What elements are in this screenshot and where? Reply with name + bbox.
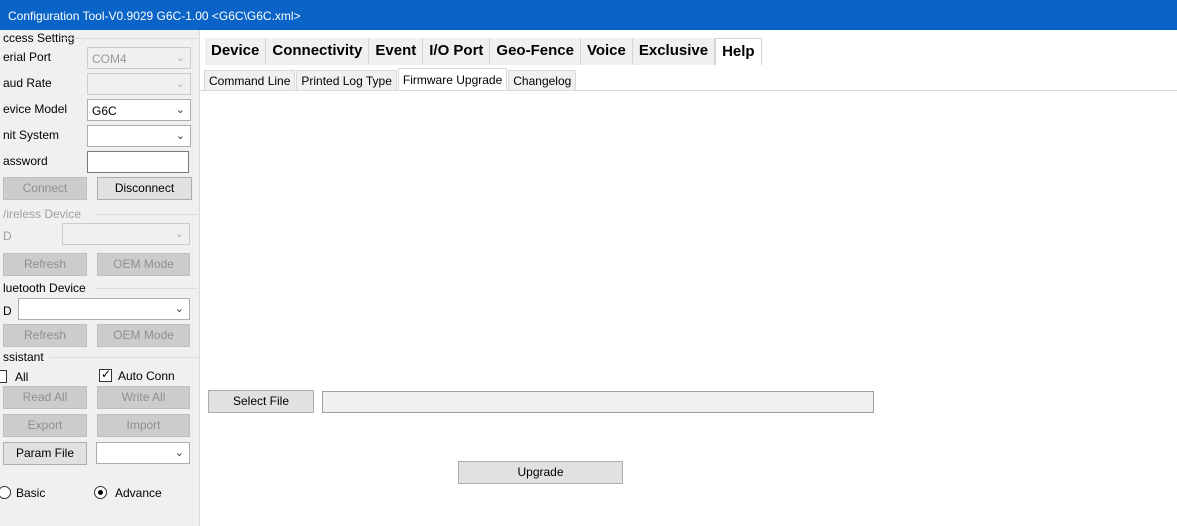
chevron-down-icon: ⌄ [175,104,185,116]
import-button[interactable]: Import [97,414,190,437]
password-input[interactable] [87,151,189,173]
assistant-group-label: ssistant [3,350,44,364]
select-file-button[interactable]: Select File [208,390,314,413]
chevron-down-icon: ⌄ [175,130,185,142]
baud-rate-select[interactable]: ⌄ [87,73,191,95]
advance-radio-label: Advance [115,486,162,500]
tab-voice[interactable]: Voice [580,38,633,65]
bluetooth-oem-mode-button[interactable]: OEM Mode [97,324,190,347]
all-checkbox[interactable] [0,370,7,383]
subtab-changelog[interactable]: Changelog [508,70,577,90]
tab-exclusive[interactable]: Exclusive [632,38,716,65]
subtab-printed-log-type[interactable]: Printed Log Type [296,70,397,90]
wireless-oem-mode-button[interactable]: OEM Mode [97,253,190,276]
access-setting-divider [60,38,198,39]
sub-tab-divider [200,90,1177,91]
disconnect-button[interactable]: Disconnect [97,177,192,200]
bluetooth-id-select[interactable]: ⌄ [18,298,190,320]
tab-geo-fence[interactable]: Geo-Fence [490,38,581,65]
wireless-id-select[interactable]: ⌄ [62,223,190,245]
tab-help[interactable]: Help [715,38,762,65]
sub-tab-bar: Command Line Printed Log Type Firmware U… [204,68,577,91]
serial-port-select[interactable]: COM4 ⌄ [87,47,191,69]
chevron-down-icon: ⌄ [175,78,185,90]
wireless-device-group-label: /ireless Device [3,207,82,221]
radio-selected-dot [98,490,103,495]
read-all-button[interactable]: Read All [3,386,87,409]
export-button[interactable]: Export [3,414,87,437]
device-model-value: G6C [92,104,117,118]
advance-radio[interactable] [94,486,107,499]
auto-conn-checkbox[interactable]: ✓ [99,367,112,382]
chevron-down-icon: ⌄ [174,228,184,240]
tab-connectivity[interactable]: Connectivity [266,38,370,65]
serial-port-label: erial Port [3,50,52,64]
param-file-button[interactable]: Param File [3,442,87,465]
connect-button[interactable]: Connect [3,177,87,200]
password-label: assword [3,154,48,168]
all-checkbox-label: All [15,370,29,384]
window-title: Configuration Tool-V0.9029 G6C-1.00 <G6C… [8,9,301,23]
upgrade-button[interactable]: Upgrade [458,461,623,484]
basic-radio[interactable] [0,486,11,499]
bluetooth-refresh-button[interactable]: Refresh [3,324,87,347]
wireless-id-label: D [3,229,12,243]
tab-event[interactable]: Event [369,38,424,65]
bluetooth-device-group-label: luetooth Device [3,281,86,295]
wireless-device-divider [96,214,198,215]
basic-radio-label: Basic [16,486,46,500]
title-bar: Configuration Tool-V0.9029 G6C-1.00 <G6C… [0,0,1177,30]
tab-io-port[interactable]: I/O Port [423,38,491,65]
assistant-divider [50,357,198,358]
chevron-down-icon: ⌄ [175,52,185,64]
left-panel: ccess Setting erial Port COM4 ⌄ aud Rate… [0,30,200,526]
chevron-down-icon: ⌄ [174,447,184,459]
tab-device[interactable]: Device [205,38,267,65]
unit-system-label: nit System [3,128,60,142]
device-model-label: evice Model [3,102,68,116]
bluetooth-device-divider [96,288,198,289]
main-content: Device Connectivity Event I/O Port Geo-F… [200,30,1177,526]
main-tab-bar: Device Connectivity Event I/O Port Geo-F… [205,38,762,65]
param-file-select[interactable]: ⌄ [96,442,190,464]
unit-system-select[interactable]: ⌄ [87,125,191,147]
subtab-firmware-upgrade[interactable]: Firmware Upgrade [397,68,508,90]
baud-rate-label: aud Rate [3,76,52,90]
auto-conn-label: Auto Conn [118,369,175,383]
serial-port-value: COM4 [92,52,127,66]
device-model-select[interactable]: G6C ⌄ [87,99,191,121]
bluetooth-id-label: D [3,304,12,318]
file-path-field[interactable] [322,391,874,413]
check-icon: ✓ [101,367,112,381]
subtab-command-line[interactable]: Command Line [204,70,296,90]
chevron-down-icon: ⌄ [174,303,184,315]
write-all-button[interactable]: Write All [97,386,190,409]
wireless-refresh-button[interactable]: Refresh [3,253,87,276]
